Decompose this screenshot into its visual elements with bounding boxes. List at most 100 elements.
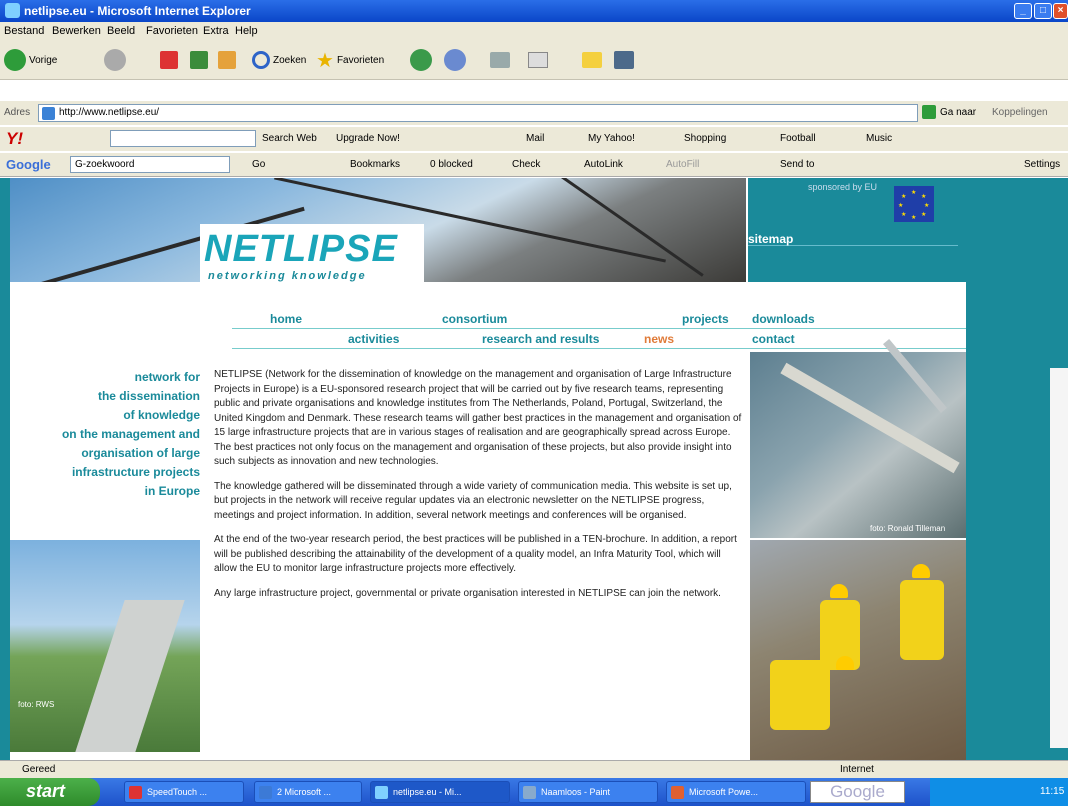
- railway-workers-photo: [750, 540, 966, 760]
- history-button[interactable]: [410, 48, 432, 72]
- yahoo-music-button[interactable]: Music: [866, 133, 892, 144]
- yahoo-upgrade-button[interactable]: Upgrade Now!: [336, 133, 400, 144]
- bridge-photo: foto: Ronald Tilleman: [750, 338, 966, 538]
- page-viewport: NETLIPSE networking knowledge sponsored …: [0, 178, 1068, 760]
- nav-consortium[interactable]: consortium: [442, 312, 507, 326]
- tagline-line: the dissemination: [97, 389, 200, 403]
- window-titlebar: netlipse.eu - Microsoft Internet Explore…: [0, 0, 1068, 22]
- task-app-icon: [375, 786, 388, 799]
- favorites-button[interactable]: ★ Favorieten: [316, 48, 384, 72]
- google-autolink-button[interactable]: AutoLink: [584, 159, 623, 170]
- mail-icon: [444, 49, 466, 71]
- clock[interactable]: 11:15: [1040, 786, 1064, 797]
- home-button[interactable]: [218, 48, 236, 72]
- menu-tools[interactable]: Extra: [203, 25, 229, 37]
- yahoo-football-button[interactable]: Football: [780, 133, 816, 144]
- task-paint[interactable]: Naamloos - Paint: [518, 781, 658, 803]
- start-button[interactable]: start: [0, 778, 100, 806]
- messenger-button[interactable]: [614, 48, 634, 72]
- search-icon: [252, 51, 270, 69]
- print-icon: [490, 52, 510, 68]
- task-word[interactable]: 2 Microsoft ...: [254, 781, 362, 803]
- google-search-input[interactable]: G-zoekwoord: [70, 156, 230, 173]
- search-label: Zoeken: [273, 54, 307, 66]
- yahoo-mail-button[interactable]: Mail: [526, 133, 544, 144]
- google-autofill-button[interactable]: AutoFill: [666, 159, 699, 170]
- tagline-line: of knowledge: [123, 408, 200, 422]
- nav-home[interactable]: home: [270, 312, 302, 326]
- task-app-icon: [129, 786, 142, 799]
- google-deskbar[interactable]: Google: [810, 781, 905, 803]
- nav-activities[interactable]: activities: [348, 332, 399, 346]
- task-ie[interactable]: netlipse.eu - Mi...: [370, 781, 510, 803]
- task-speedtouch[interactable]: SpeedTouch ...: [124, 781, 244, 803]
- menu-edit[interactable]: Bewerken: [52, 25, 101, 37]
- address-input[interactable]: http://www.netlipse.eu/: [38, 104, 918, 122]
- yahoo-logo-icon[interactable]: Y!: [6, 129, 23, 149]
- folder-button[interactable]: [582, 48, 602, 72]
- menu-file[interactable]: Bestand: [4, 25, 44, 37]
- go-icon[interactable]: [922, 105, 936, 119]
- eu-star-icon: ★: [911, 215, 917, 221]
- back-label: Vorige: [29, 54, 58, 66]
- nav-research-and-results[interactable]: research and results: [482, 332, 599, 346]
- google-send-to-button[interactable]: Send to: [780, 159, 814, 170]
- edit-button[interactable]: [528, 48, 548, 72]
- home-icon: [218, 51, 236, 69]
- netlipse-logo[interactable]: NETLIPSE networking knowledge: [200, 224, 424, 290]
- search-button[interactable]: Zoeken: [252, 48, 306, 72]
- system-tray: 11:15: [930, 778, 1068, 806]
- nav-divider: [232, 348, 966, 349]
- internet-explorer-icon: [5, 3, 20, 18]
- nav-projects[interactable]: projects: [682, 312, 729, 326]
- intro-paragraph: NETLIPSE (Network for the dissemination …: [214, 369, 742, 467]
- mail-button[interactable]: [444, 48, 466, 72]
- bridge-deck: [780, 362, 960, 474]
- nav-divider: [232, 328, 966, 329]
- nav-contact[interactable]: contact: [752, 332, 795, 346]
- google-check-button[interactable]: Check: [512, 159, 540, 170]
- google-go-button[interactable]: Go: [252, 159, 265, 170]
- nav-downloads[interactable]: downloads: [752, 312, 815, 326]
- task-powerpoint[interactable]: Microsoft Powe...: [666, 781, 806, 803]
- back-button[interactable]: Vorige: [4, 48, 57, 72]
- yahoo-search-web-button[interactable]: Search Web: [262, 133, 317, 144]
- google-toolbar: Google G-zoekwoord Go Bookmarks 0 blocke…: [0, 153, 1068, 177]
- refresh-button[interactable]: [190, 48, 208, 72]
- tagline-line: on the management and: [61, 427, 200, 441]
- task-label: Naamloos - Paint: [541, 787, 611, 797]
- eu-star-icon: ★: [901, 194, 907, 200]
- google-bookmarks-button[interactable]: Bookmarks: [350, 159, 400, 170]
- messenger-icon: [614, 51, 634, 69]
- scrollbar[interactable]: [1050, 368, 1068, 748]
- join-paragraph: Any large infrastructure project, govern…: [214, 587, 721, 599]
- yahoo-search-input[interactable]: [110, 130, 256, 147]
- sponsor-text: sponsored by EU: [808, 182, 878, 192]
- nav-news[interactable]: news: [644, 332, 674, 346]
- minimize-button[interactable]: _: [1014, 3, 1032, 19]
- results-paragraph: At the end of the two-year research peri…: [214, 534, 737, 574]
- google-popup-blocked[interactable]: 0 blocked: [430, 159, 473, 170]
- eu-star-icon: ★: [921, 194, 927, 200]
- forward-button[interactable]: [104, 48, 126, 72]
- google-settings-button[interactable]: Settings: [1024, 159, 1060, 170]
- refresh-icon: [190, 51, 208, 69]
- my-yahoo-button[interactable]: My Yahoo!: [588, 133, 635, 144]
- menu-favorites[interactable]: Favorieten: [146, 25, 198, 37]
- links-label[interactable]: Koppelingen: [992, 107, 1048, 118]
- google-logo[interactable]: Google: [6, 157, 51, 172]
- menu-view[interactable]: Beeld: [107, 25, 135, 37]
- yahoo-toolbar: Y! Search Web Upgrade Now! Mail My Yahoo…: [0, 127, 1068, 151]
- dissemination-paragraph: The knowledge gathered will be dissemina…: [214, 480, 732, 521]
- task-app-icon: [671, 786, 684, 799]
- windows-taskbar: start SpeedTouch ... 2 Microsoft ... net…: [0, 778, 1068, 806]
- stop-button[interactable]: [160, 48, 178, 72]
- eu-star-icon: ★: [911, 190, 917, 196]
- yahoo-shopping-button[interactable]: Shopping: [684, 133, 726, 144]
- menu-help[interactable]: Help: [235, 25, 258, 37]
- sitemap-link[interactable]: sitemap: [748, 232, 958, 246]
- print-button[interactable]: [490, 48, 510, 72]
- maximize-button[interactable]: □: [1034, 3, 1052, 19]
- go-label[interactable]: Ga naar: [940, 107, 976, 118]
- close-button[interactable]: ×: [1053, 3, 1068, 19]
